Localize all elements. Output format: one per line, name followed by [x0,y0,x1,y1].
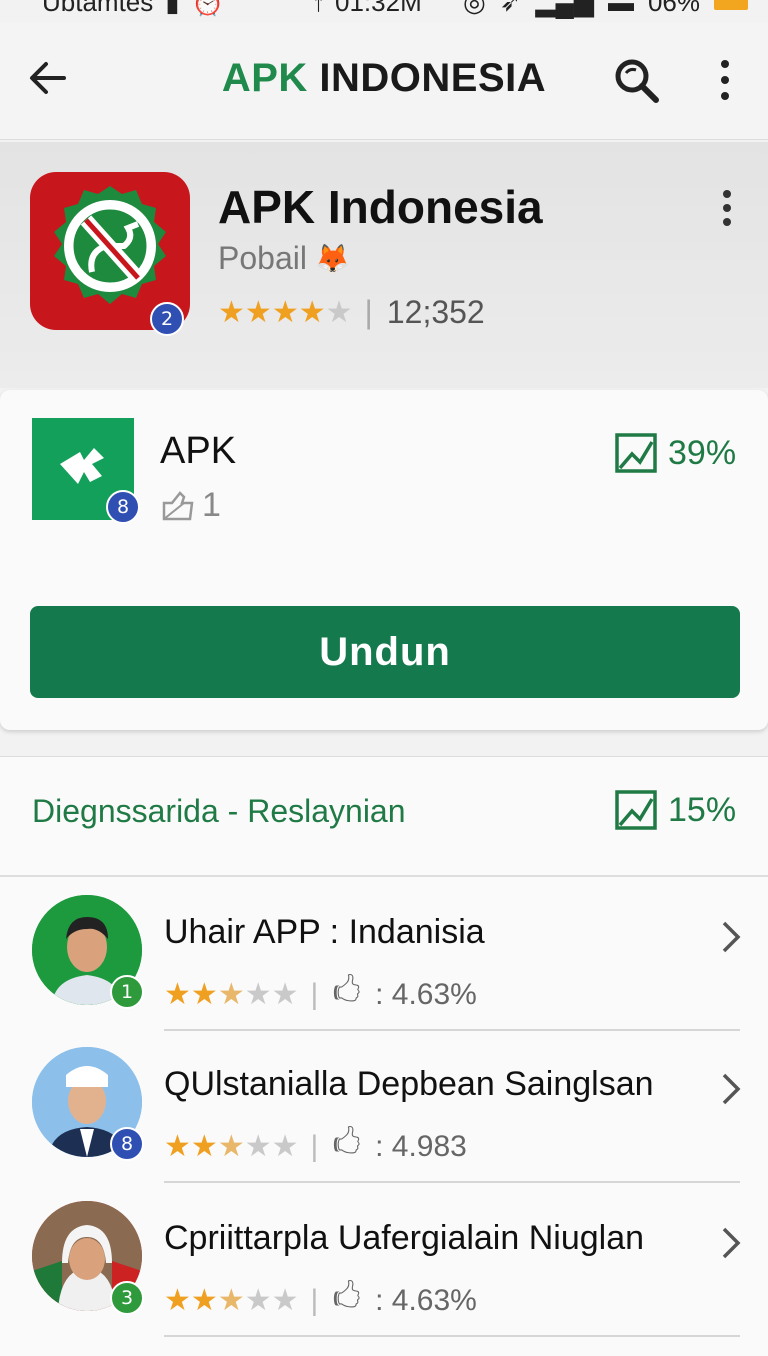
section-title[interactable]: Diegnssarida - Reslaynian [32,793,406,830]
apk-percent-value: 39% [668,433,737,472]
apk-title: APK [160,430,237,472]
meta-separator: | [310,977,319,1011]
rating-stars: ★ ★ ★ ★ ★ [218,296,353,329]
chevron-right-icon[interactable] [720,917,742,957]
developer-name: Pobail [218,240,307,276]
thumbs-up-icon [162,490,194,520]
review-count: 12;352 [386,294,485,330]
app-name: APK Indonesia [218,181,543,233]
row-divider [164,1181,740,1183]
rating-separator: | [364,294,373,330]
meta-separator: | [310,1283,319,1317]
item-stat: : 4.63% [375,1283,477,1317]
thumbs-up-icon: 🖒 [332,975,362,1008]
item-title: QUlstanialla Depbean Sainglsan [164,1065,654,1103]
more-options-icon[interactable] [710,58,740,102]
meta-separator: | [310,1129,319,1163]
rating-row: ★ ★ ★ ★ ★ | 12;352 [218,294,485,331]
carrier-label: Ubtamtes [42,0,154,17]
developer-row[interactable]: Pobail 🦊 [218,240,350,277]
avatar-badge: 3 [110,1281,144,1315]
trend-icon [615,790,657,830]
thumbs-up-icon: 🖒 [332,1127,362,1160]
cell-signal-icon: ▂▄▆ [535,0,594,17]
item-meta: ★ ★ ★ ★ ★ | 🖒 : 4.63% [164,969,477,1020]
app-more-icon[interactable] [714,188,740,228]
title-brand: APK [221,56,308,100]
item-rating-stars: ★ ★ ★ ★ ★ [164,1284,299,1317]
app-icon: 2 [30,172,190,336]
item-rating-stars: ★ ★ ★ ★ ★ [164,978,299,1011]
clock: 01:32M [335,0,422,17]
related-section: Diegnssarida - Reslaynian 15% 1 Uhair AP… [0,756,768,1356]
download-button[interactable]: Undun [30,606,740,698]
battery-indicator [714,0,748,10]
alarm-icon: ⏰ [191,0,224,17]
item-title: Cpriittarpla Uafergialain Niuglan [164,1219,645,1257]
sync-icon: ◎ [463,0,486,17]
avatar: 1 [32,895,144,1009]
chevron-right-icon[interactable] [720,1223,742,1263]
item-title: Uhair APP : Indanisia [164,913,485,951]
book-icon: ▮ [165,0,180,17]
status-bar: Ubtamtes ▮ ⏰ ↑ 01:32M ◎ ➶ ▂▄▆ ▬ 06% [0,0,768,22]
thumbs-up-icon: 🖒 [332,1281,362,1314]
battery-level: 06% [647,0,700,17]
apk-icon-badge: 8 [106,490,140,524]
avatar: 3 [32,1201,144,1315]
list-item[interactable]: 3 Cpriittarpla Uafergialain Niuglan ★ ★ ★ ★… [0,1191,768,1341]
row-divider [164,1335,740,1337]
list-item[interactable]: 1 Uhair APP : Indanisia ★ ★ ★ ★ ★ | 🖒 : 4.63… [0,885,768,1035]
apk-percent: 39% [614,432,736,474]
apk-card: 8 APK 1 39% Undun [0,390,768,730]
row-divider [164,1029,740,1031]
item-stat: : 4.983 [375,1129,467,1163]
item-meta: ★ ★ ★ ★ ★ | 🖒 : 4.983 [164,1121,467,1172]
avatar-badge: 8 [110,1127,144,1161]
trend-icon [615,433,657,473]
apk-icon: 8 [32,418,140,524]
section-percent-value: 15% [668,790,737,829]
apk-sub: 1 [160,486,221,525]
title-rest: INDONESIA [319,56,547,100]
avatar-badge: 1 [110,975,144,1009]
item-rating-stars: ★ ★ ★ ★ ★ [164,1130,299,1163]
app-header: 2 APK Indonesia Pobail 🦊 ★ ★ ★ ★ ★ | 12;352 [0,142,768,388]
list-item[interactable]: 8 QUlstanialla Depbean Sainglsan ★ ★ ★ ★ ★ |… [0,1037,768,1187]
item-meta: ★ ★ ★ ★ ★ | 🖒 : 4.63% [164,1275,477,1326]
fox-icon: 🦊 [314,243,350,274]
apk-sub-value: 1 [202,486,221,524]
app-bar: APK INDONESIA [0,22,768,140]
app-icon-badge: 2 [150,302,184,336]
section-divider [0,875,768,877]
location-icon: ➶ [499,0,522,17]
battery-icon: ▬ [607,0,634,17]
signal-arrow-icon: ↑ [312,0,325,17]
section-percent: 15% [614,789,736,831]
chevron-right-icon[interactable] [720,1069,742,1109]
search-icon[interactable] [612,56,660,104]
avatar: 8 [32,1047,144,1161]
item-stat: : 4.63% [375,977,477,1011]
